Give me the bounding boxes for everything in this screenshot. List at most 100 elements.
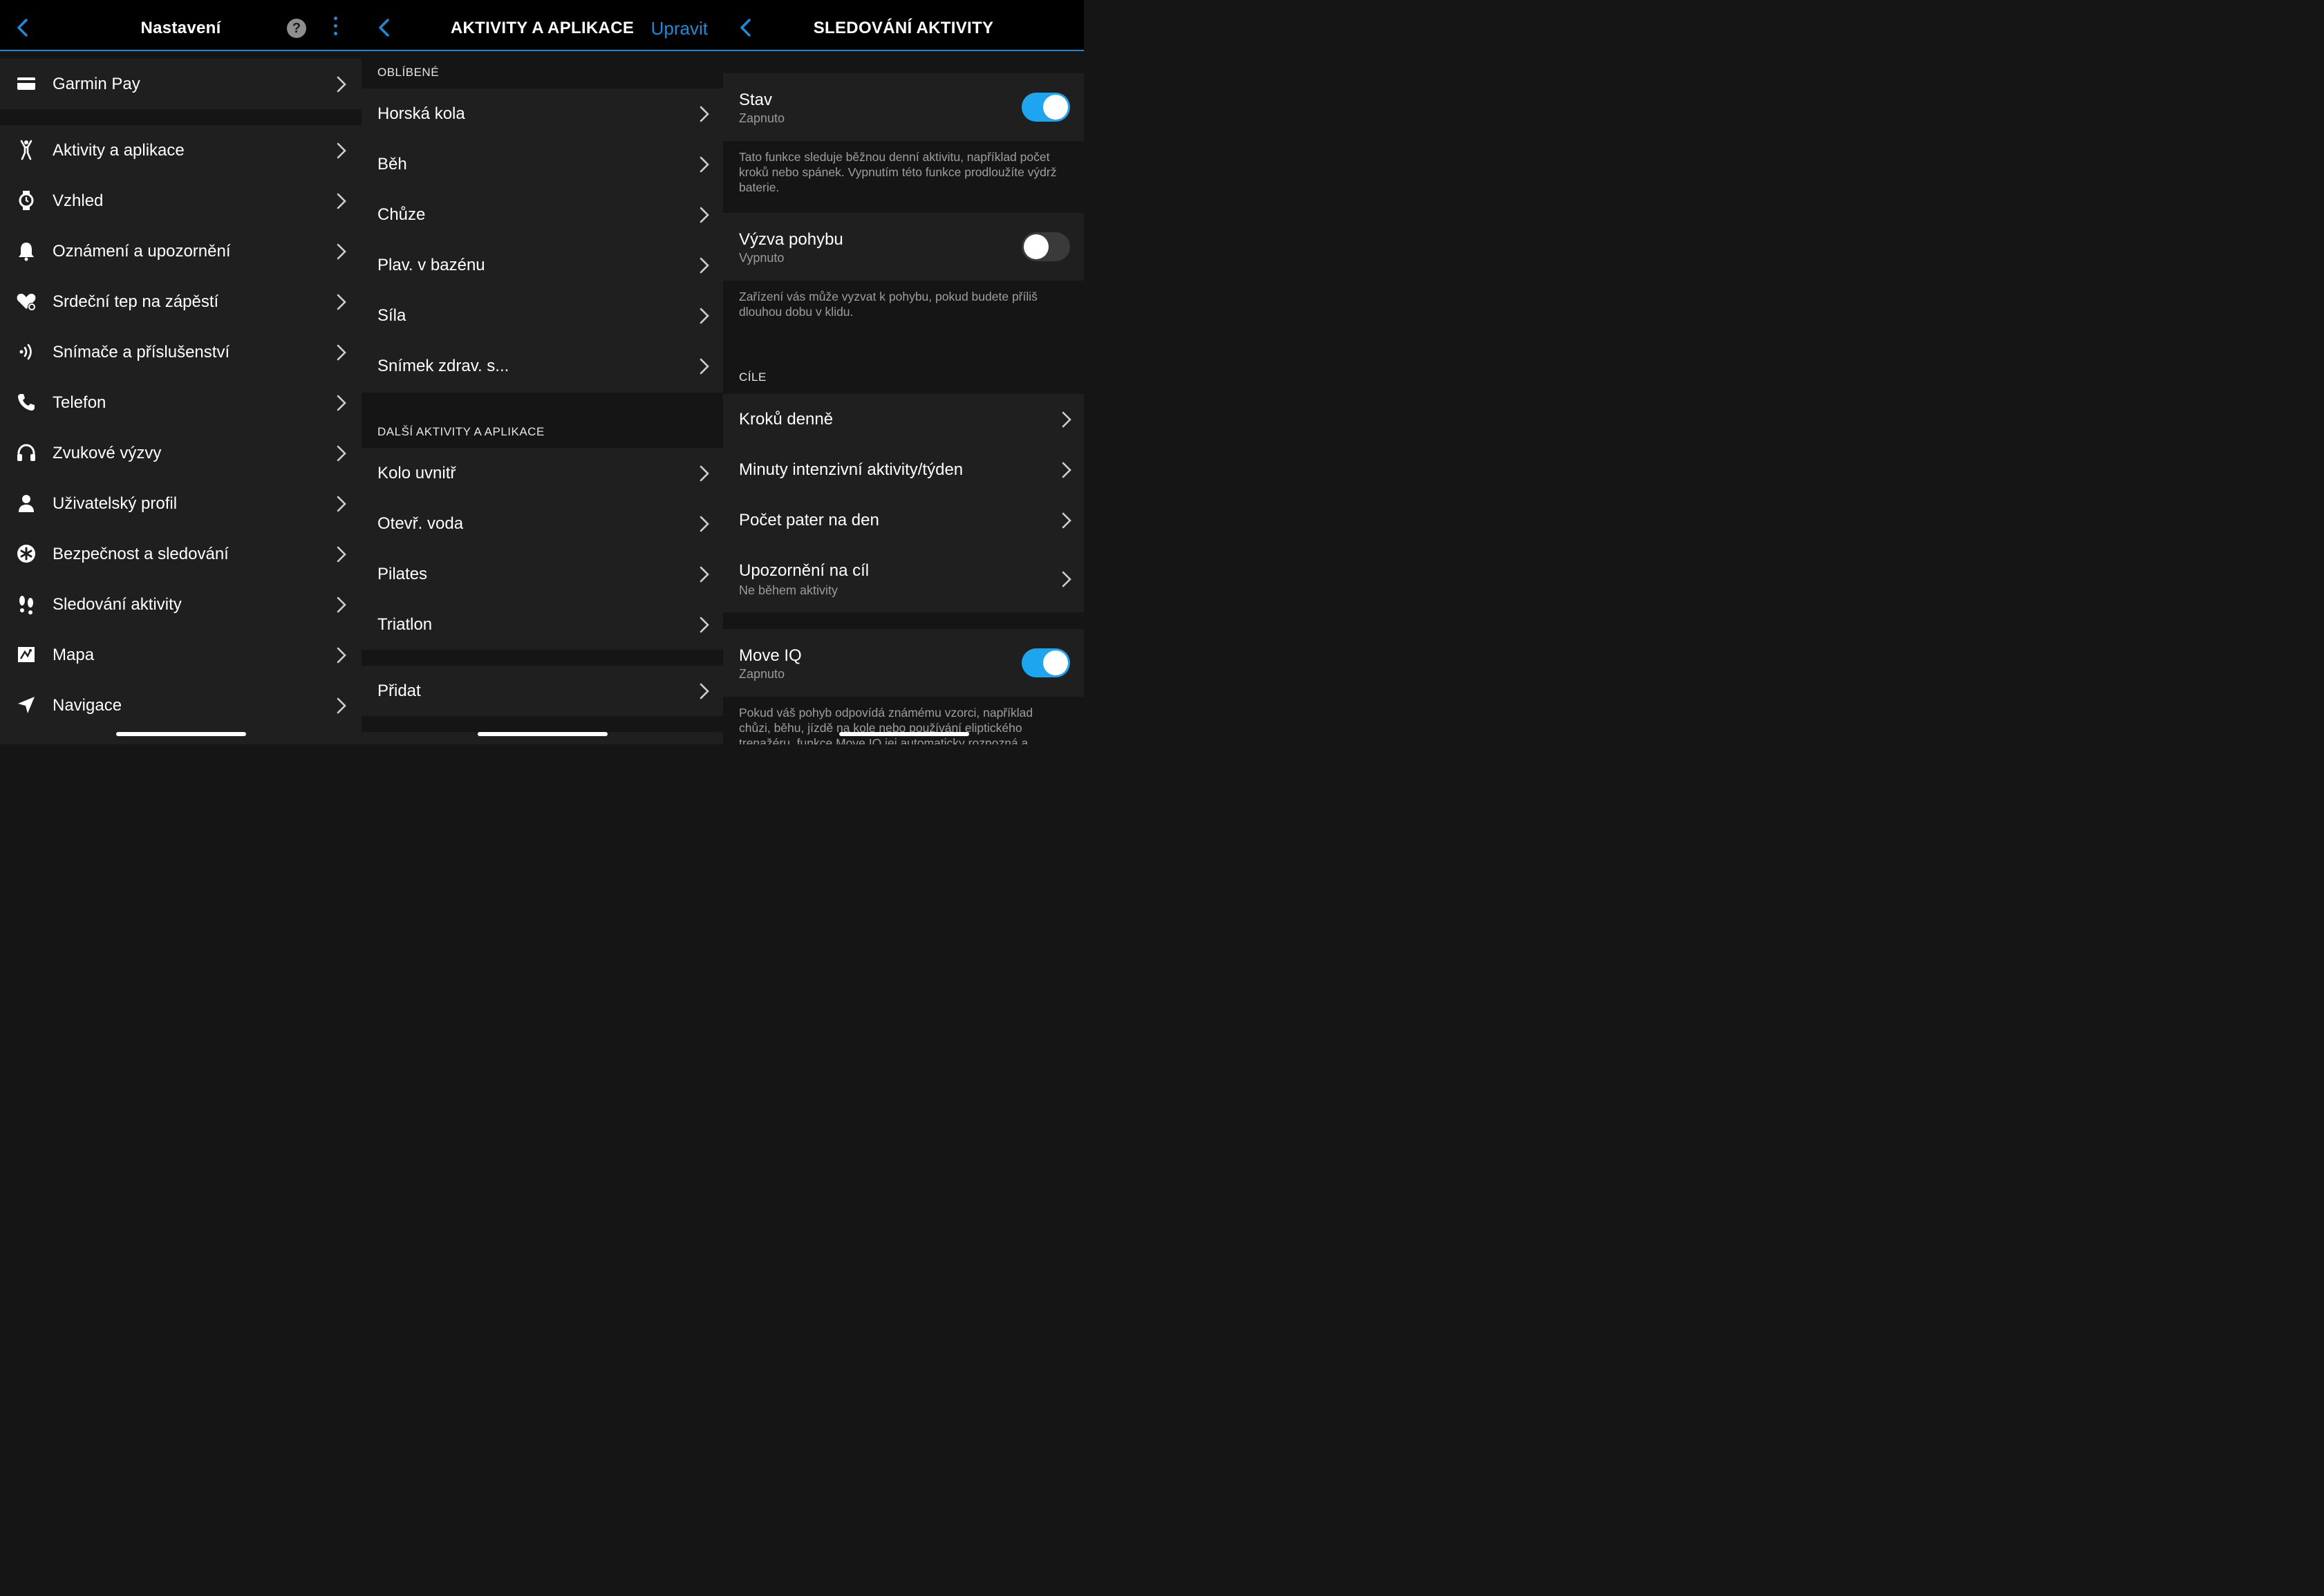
navigation-arrow-icon (18, 697, 35, 713)
status-toggle[interactable] (1022, 93, 1070, 122)
chevron-right-icon (337, 344, 346, 361)
chevron-right-icon (700, 106, 709, 122)
chevron-right-icon (337, 697, 346, 714)
goal-label: Kroků denně (739, 410, 834, 429)
goal-row[interactable]: Kroků denně (723, 394, 1084, 444)
favorites-section-label: OBLÍBENÉ (377, 66, 440, 79)
status-row[interactable]: Stav Zapnuto (723, 73, 1084, 141)
add-activity-button[interactable]: Přidat (362, 666, 723, 716)
chevron-right-icon (1062, 462, 1071, 478)
goal-row[interactable]: Počet pater na den (723, 495, 1084, 545)
settings-group-pay: Garmin Pay (0, 59, 362, 109)
chevron-right-icon (1062, 512, 1071, 529)
settings-item-label: Oznámení a upozornění (53, 242, 231, 261)
chevron-right-icon (700, 257, 709, 274)
settings-item-label: Garmin Pay (53, 75, 140, 93)
settings-item-label: Navigace (53, 696, 122, 715)
move-iq-label: Move IQ (739, 646, 802, 665)
activity-row[interactable]: Triatlon (362, 599, 723, 650)
activities-panel: AKTIVITY A APLIKACE Upravit OBLÍBENÉ Hor… (362, 0, 723, 744)
settings-item-label: Vzhled (53, 191, 104, 210)
move-iq-setting: Move IQ Zapnuto (723, 629, 1084, 697)
settings-item-audio-prompts[interactable]: Zvukové výzvy (0, 428, 362, 478)
settings-item-map[interactable]: Mapa (0, 630, 362, 680)
move-alert-row[interactable]: Výzva pohybu Vypnuto (723, 213, 1084, 281)
activity-row[interactable]: Kolo uvnitř (362, 448, 723, 498)
activity-row[interactable]: Chůze (362, 189, 723, 240)
settings-item-phone[interactable]: Telefon (0, 377, 362, 428)
tracking-panel: SLEDOVÁNÍ AKTIVITY Stav Zapnuto Tato fun… (723, 0, 1084, 744)
settings-group-main: Aktivity a aplikace Vzhled Oznámení a up… (0, 125, 362, 744)
chevron-right-icon (700, 308, 709, 324)
settings-item-label: Sledování aktivity (53, 595, 182, 614)
heart-gear-icon (17, 294, 36, 311)
chevron-right-icon (700, 683, 709, 700)
settings-item-activities[interactable]: Aktivity a aplikace (0, 125, 362, 176)
settings-item-label: Zvukové výzvy (53, 444, 162, 462)
settings-item-activity-tracking[interactable]: Sledování aktivity (0, 579, 362, 630)
activity-label: Horská kola (377, 104, 465, 123)
chevron-right-icon (337, 597, 346, 613)
activity-row[interactable]: Síla (362, 290, 723, 341)
activity-row[interactable]: Horská kola (362, 88, 723, 139)
settings-item-label: Bezpečnost a sledování (53, 545, 229, 563)
more-activities-list: Kolo uvnitř Otevř. voda Pilates Triatlon (362, 448, 723, 650)
chevron-right-icon (1062, 571, 1071, 588)
safety-asterisk-icon (17, 545, 35, 563)
settings-item-navigation[interactable]: Navigace (0, 680, 362, 731)
settings-item-user-profile[interactable]: Uživatelský profil (0, 478, 362, 529)
more-activities-section-label: DALŠÍ AKTIVITY A APLIKACE (377, 425, 545, 438)
more-options-icon[interactable] (330, 17, 340, 40)
activity-row[interactable]: Běh (362, 139, 723, 189)
goals-list: Kroků denně Minuty intenzivní aktivity/t… (723, 394, 1084, 612)
goal-row[interactable]: Minuty intenzivní aktivity/týden (723, 444, 1084, 495)
activity-row[interactable]: Otevř. voda (362, 498, 723, 549)
move-alert-toggle[interactable] (1022, 232, 1070, 261)
settings-item-appearance[interactable]: Vzhled (0, 176, 362, 226)
settings-item-notifications[interactable]: Oznámení a upozornění (0, 226, 362, 276)
status-description: Tato funkce sleduje běžnou denní aktivit… (739, 150, 1057, 194)
chevron-right-icon (337, 76, 346, 93)
activity-label: Běh (377, 155, 407, 173)
activity-label: Plav. v bazénu (377, 256, 485, 274)
activity-row[interactable]: Snímek zdrav. s... (362, 341, 723, 391)
chevron-right-icon (700, 156, 709, 173)
help-icon[interactable]: ? (287, 19, 306, 38)
chevron-right-icon (337, 193, 346, 209)
settings-item-safety[interactable]: Bezpečnost a sledování (0, 529, 362, 579)
settings-item-sensors[interactable]: Snímače a příslušenství (0, 327, 362, 377)
activity-label: Triatlon (377, 615, 433, 634)
card-icon (17, 77, 35, 90)
activity-row[interactable]: Plav. v bazénu (362, 240, 723, 290)
back-arrow-icon[interactable] (374, 17, 396, 39)
goal-label: Počet pater na den (739, 511, 879, 529)
add-activity-block: Přidat (362, 666, 723, 716)
move-iq-toggle[interactable] (1022, 648, 1070, 677)
activity-label: Snímek zdrav. s... (377, 357, 509, 375)
settings-item-label: Telefon (53, 393, 106, 412)
move-alert-value: Vypnuto (739, 251, 785, 265)
move-iq-description: Pokud váš pohyb odpovídá známému vzorci,… (739, 706, 1033, 744)
chevron-right-icon (337, 445, 346, 462)
settings-item-label: Mapa (53, 646, 95, 664)
page-title: AKTIVITY A APLIKACE (450, 19, 635, 37)
chevron-right-icon (1062, 411, 1071, 428)
activity-label: Chůze (377, 205, 426, 224)
chevron-right-icon (700, 617, 709, 633)
activity-row[interactable]: Pilates (362, 549, 723, 599)
settings-panel: Nastavení ? Garmin Pay Aktivity a aplika… (0, 0, 362, 744)
phone-icon (18, 394, 35, 411)
goal-row[interactable]: Upozornění na cíl Ne během aktivity (723, 545, 1084, 612)
settings-item-wrist-hr[interactable]: Srdeční tep na zápěstí (0, 276, 362, 327)
edit-button[interactable]: Upravit (651, 18, 708, 39)
move-alert-description: Zařízení vás může vyzvat k pohybu, pokud… (739, 290, 1038, 319)
page-title: SLEDOVÁNÍ AKTIVITY (813, 19, 994, 37)
goal-label: Minuty intenzivní aktivity/týden (739, 460, 964, 479)
chevron-right-icon (337, 647, 346, 664)
move-iq-row[interactable]: Move IQ Zapnuto (723, 629, 1084, 697)
settings-item-label: Aktivity a aplikace (53, 141, 185, 160)
chevron-right-icon (700, 358, 709, 375)
favorites-list: Horská kola Běh Chůze Plav. v bazénu Síl… (362, 88, 723, 393)
activity-label: Síla (377, 306, 406, 325)
settings-item-garmin-pay[interactable]: Garmin Pay (0, 59, 362, 109)
